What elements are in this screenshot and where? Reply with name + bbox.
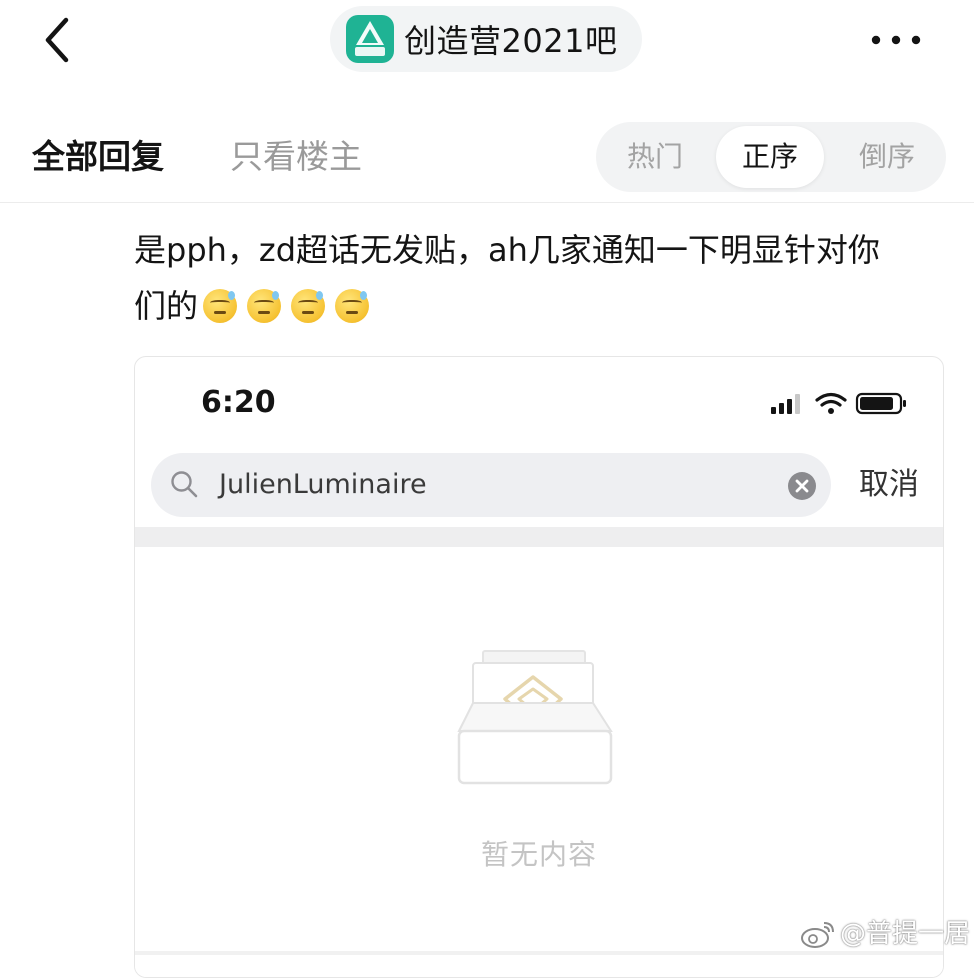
search-value: JulienLuminaire (219, 469, 427, 500)
forum-title-pill[interactable]: 创造营2021吧 (330, 6, 642, 72)
clear-icon[interactable] (787, 471, 817, 501)
sweat-smile-emoji-icon (247, 289, 282, 323)
tab-all-replies[interactable]: 全部回复 (32, 130, 164, 178)
chevron-left-icon (45, 17, 69, 63)
more-dots-icon (871, 35, 921, 45)
sort-descending-option[interactable]: 倒序 (832, 122, 942, 192)
sort-hot-option[interactable]: 热门 (596, 122, 714, 192)
forum-logo (346, 15, 394, 63)
forum-logo-icon (355, 21, 385, 56)
post-line-1: 是pph，zd超话无发贴，ah几家通知一下明显针对你 (134, 231, 880, 269)
embedded-screenshot-image[interactable]: 6:20 JulienLuminaire 取消 暂无内容 (134, 356, 944, 978)
sweat-smile-emoji-icon (291, 289, 326, 323)
sweat-smile-emoji-icon (335, 289, 370, 323)
search-row: JulienLuminaire 取消 (135, 449, 943, 525)
cellular-signal-icon (771, 394, 800, 414)
search-icon (171, 471, 198, 498)
tab-only-op[interactable]: 只看楼主 (230, 130, 362, 178)
phone-status-bar: 6:20 (135, 357, 943, 447)
watermark-text: @普提一居 (840, 919, 971, 949)
battery-icon (855, 392, 906, 415)
forum-name: 创造营2021吧 (404, 22, 618, 60)
more-options-button[interactable] (868, 28, 924, 52)
top-bar: 创造营2021吧 (0, 0, 974, 84)
wifi-icon (815, 392, 847, 414)
status-icons (771, 392, 906, 415)
sweat-smile-emoji-icon (203, 289, 238, 323)
empty-state-text: 暂无内容 (480, 838, 597, 871)
empty-state: 暂无内容 (135, 547, 943, 977)
post-line-2-text: 们的 (134, 287, 199, 325)
sort-selector: 热门 正序 倒序 (596, 122, 946, 192)
post-content: 是pph，zd超话无发贴，ah几家通知一下明显针对你 们的 (134, 222, 954, 334)
divider (0, 202, 974, 203)
search-input[interactable]: JulienLuminaire (151, 453, 831, 517)
section-separator (135, 527, 943, 547)
post-line-2: 们的 (134, 278, 954, 334)
back-button[interactable] (36, 14, 84, 66)
status-time: 6:20 (201, 385, 276, 420)
cancel-button[interactable]: 取消 (859, 453, 919, 517)
sort-ascending-option[interactable]: 正序 (716, 126, 824, 188)
watermark: @普提一居 (800, 916, 970, 952)
weibo-icon (801, 922, 834, 948)
reply-filter-row: 全部回复 只看楼主 热门 正序 倒序 (0, 100, 974, 200)
empty-box-icon (457, 650, 613, 785)
